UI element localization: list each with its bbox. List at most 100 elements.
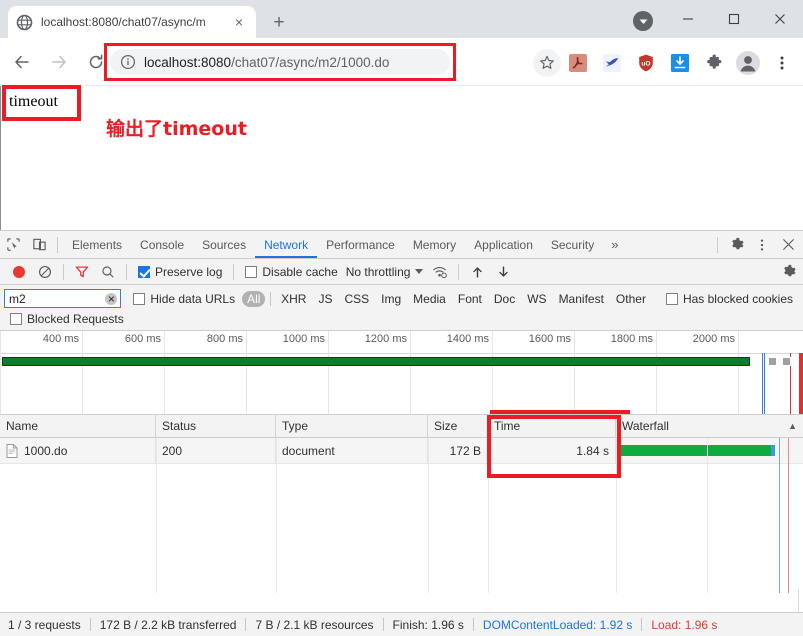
download-manager-extension-icon[interactable] [666, 49, 694, 77]
cell-type: document [276, 438, 428, 464]
divider [126, 264, 127, 280]
filter-chip-xhr[interactable]: XHR [276, 291, 311, 307]
disable-cache-label: Disable cache [262, 265, 337, 279]
filter-chip-js[interactable]: JS [313, 291, 337, 307]
devtools-tabbar-actions [712, 232, 801, 258]
more-tabs-chevron-icon[interactable]: » [603, 237, 626, 252]
tab-performance[interactable]: Performance [317, 231, 404, 258]
table-row[interactable]: 1000.do 200 document 172 B 1.84 s [0, 438, 803, 464]
chrome-menu-icon[interactable] [768, 49, 796, 77]
filter-chip-media[interactable]: Media [408, 291, 451, 307]
filter-chip-ws[interactable]: WS [522, 291, 551, 307]
url-host: localhost:8080 [144, 55, 231, 70]
bookmark-star-icon[interactable] [533, 49, 561, 77]
network-requests-table: Name Status Type Size Time Waterfall ▲ 1… [0, 415, 803, 593]
tab-memory[interactable]: Memory [404, 231, 465, 258]
filter-chip-doc[interactable]: Doc [489, 291, 520, 307]
ublock-origin-icon[interactable]: uO [632, 49, 660, 77]
import-har-icon[interactable] [464, 259, 490, 285]
filter-chip-other[interactable]: Other [611, 291, 651, 307]
tab-sources[interactable]: Sources [193, 231, 255, 258]
devtools-tab-bar: Elements Console Sources Network Perform… [0, 231, 803, 259]
window-controls [665, 0, 803, 38]
timeline-tick-400: 400 ms [43, 333, 79, 345]
info-circle-icon[interactable] [120, 54, 136, 70]
back-icon[interactable] [7, 47, 37, 77]
filter-chip-css[interactable]: CSS [339, 291, 374, 307]
disable-cache-option[interactable]: Disable cache [245, 265, 337, 279]
blocked-requests-checkbox[interactable] [10, 313, 22, 325]
hide-data-urls-checkbox[interactable] [133, 293, 145, 305]
filter-chip-font[interactable]: Font [453, 291, 487, 307]
has-blocked-cookies-checkbox[interactable] [666, 293, 678, 305]
tab-console[interactable]: Console [131, 231, 193, 258]
preserve-log-option[interactable]: Preserve log [138, 265, 222, 279]
filter-chip-all[interactable]: All [242, 291, 265, 307]
tab-application[interactable]: Application [465, 231, 542, 258]
blue-bird-extension-icon[interactable] [598, 49, 626, 77]
column-header-name[interactable]: Name [0, 415, 156, 438]
cell-name[interactable]: 1000.do [0, 438, 156, 464]
minimize-button[interactable] [665, 0, 711, 38]
cell-time: 1.84 s [488, 438, 616, 464]
extensions-puzzle-icon[interactable] [700, 49, 728, 77]
network-overview-timeline[interactable]: 200 ms 400 ms 600 ms 800 ms 1000 ms 1200… [0, 331, 803, 415]
filter-input[interactable]: m2 × [4, 289, 121, 308]
export-har-icon[interactable] [490, 259, 516, 285]
tab-network[interactable]: Network [255, 231, 317, 258]
more-options-icon[interactable] [749, 232, 775, 258]
filter-chip-img[interactable]: Img [376, 291, 406, 307]
device-toolbar-icon[interactable] [26, 232, 52, 258]
column-header-size[interactable]: Size [428, 415, 488, 438]
blocked-requests-option[interactable]: Blocked Requests [10, 312, 124, 326]
tab-elements[interactable]: Elements [63, 231, 131, 258]
column-header-status[interactable]: Status [156, 415, 276, 438]
new-tab-button[interactable]: + [266, 9, 292, 35]
hide-data-urls-option[interactable]: Hide data URLs [133, 292, 235, 306]
preserve-log-checkbox[interactable] [138, 266, 150, 278]
overview-left-handle[interactable] [768, 357, 777, 366]
disable-cache-checkbox[interactable] [245, 266, 257, 278]
overview-right-handle[interactable] [782, 357, 791, 366]
close-devtools-icon[interactable] [775, 232, 801, 258]
record-button-icon[interactable] [6, 259, 32, 285]
column-header-waterfall[interactable]: Waterfall ▲ [616, 415, 803, 438]
timeline-tick-1200: 1200 ms [365, 333, 407, 345]
network-settings-gear-icon[interactable] [775, 259, 801, 285]
filter-chip-manifest[interactable]: Manifest [554, 291, 609, 307]
settings-gear-icon[interactable] [723, 232, 749, 258]
status-requests: 1 / 3 requests [8, 618, 81, 632]
close-window-button[interactable] [757, 0, 803, 38]
cell-waterfall [616, 438, 803, 464]
has-blocked-cookies-label: Has blocked cookies [683, 292, 793, 306]
browser-tab[interactable]: localhost:8080/chat07/async/m × [8, 6, 256, 38]
tab-security[interactable]: Security [542, 231, 603, 258]
throttling-select[interactable]: No throttling [346, 265, 424, 279]
blocked-requests-label: Blocked Requests [27, 312, 124, 326]
overview-selection-left-edge[interactable] [762, 353, 763, 415]
adobe-acrobat-icon[interactable] [564, 49, 592, 77]
maximize-button[interactable] [711, 0, 757, 38]
divider [0, 353, 803, 354]
search-magnifier-icon[interactable] [95, 259, 121, 285]
has-blocked-cookies-option[interactable]: Has blocked cookies [666, 292, 793, 306]
network-conditions-icon[interactable] [427, 259, 453, 285]
profile-avatar-icon[interactable] [734, 49, 762, 77]
tab-close-icon[interactable]: × [230, 13, 248, 31]
tab-strip: localhost:8080/chat07/async/m × + [0, 0, 803, 38]
overview-dcl-marker [764, 353, 765, 415]
network-controls-bar: Preserve log Disable cache No throttling [0, 259, 803, 285]
column-header-time[interactable]: Time [488, 415, 616, 438]
timeout-annotation-box [2, 85, 81, 121]
globe-icon [16, 14, 33, 31]
timeline-tick-600: 600 ms [125, 333, 161, 345]
clear-filter-icon[interactable]: × [105, 293, 117, 305]
filter-funnel-icon[interactable] [69, 259, 95, 285]
clear-button-icon[interactable] [32, 259, 58, 285]
column-header-type[interactable]: Type [276, 415, 428, 438]
inspect-element-icon[interactable] [0, 232, 26, 258]
address-bar[interactable]: localhost:8080/chat07/async/m2/1000.do [110, 49, 450, 75]
throttling-value: No throttling [346, 265, 411, 279]
timeline-tick-1400: 1400 ms [447, 333, 489, 345]
download-arrow-icon[interactable] [633, 11, 653, 31]
